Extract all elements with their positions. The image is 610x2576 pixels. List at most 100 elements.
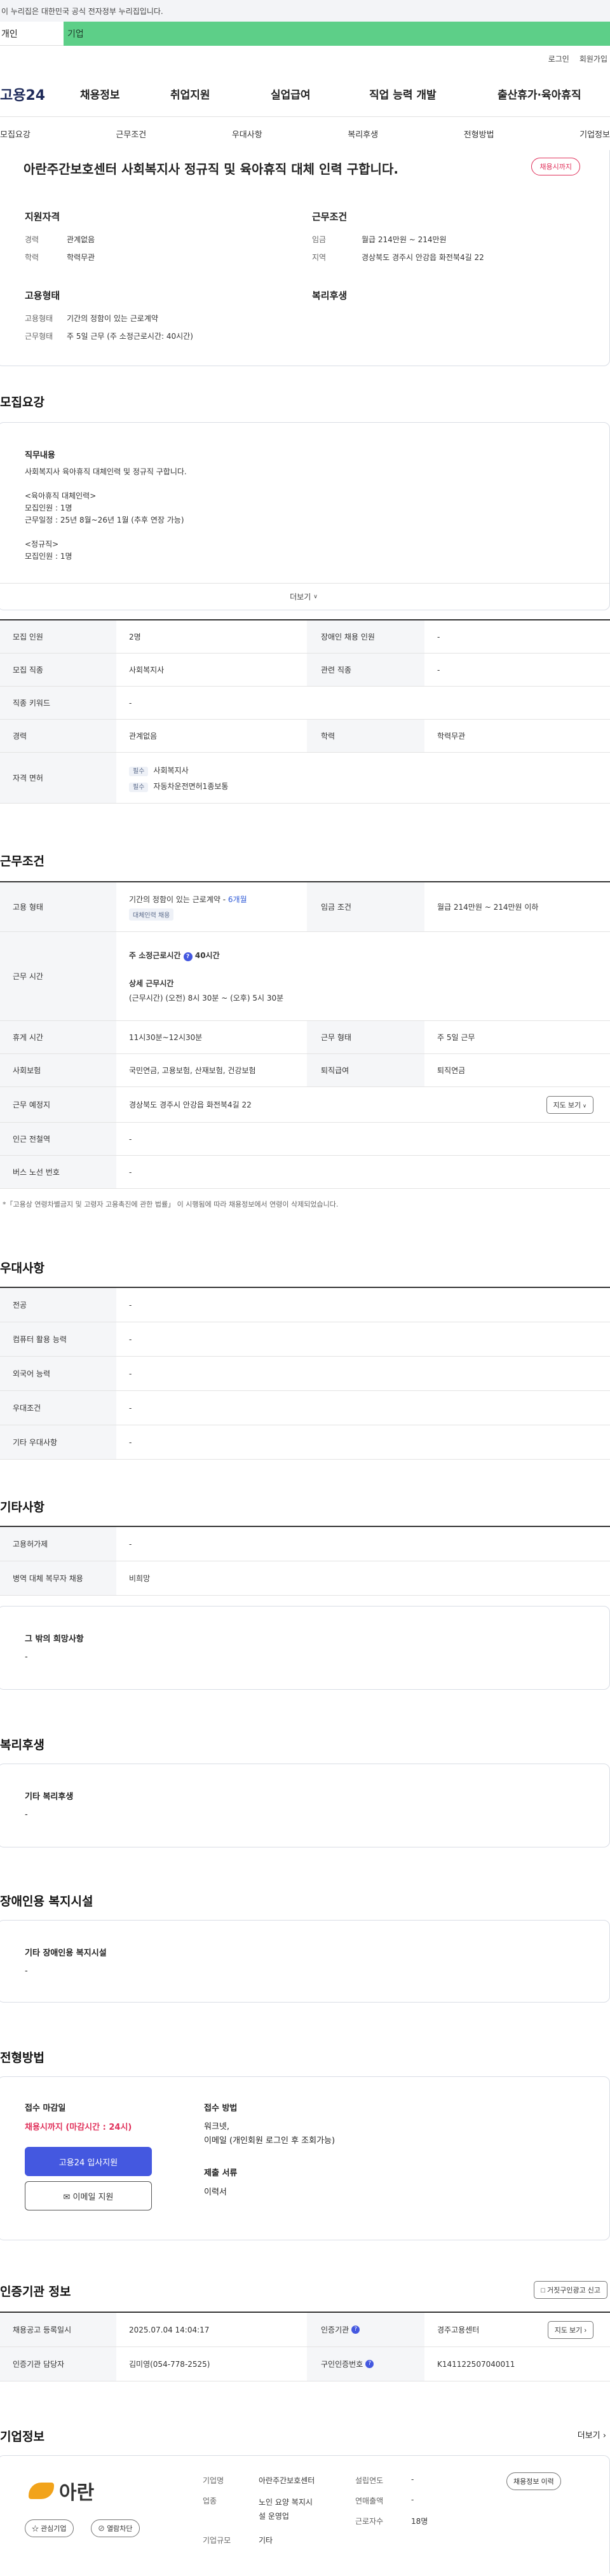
table-row: 외국어 능력 -	[0, 1357, 610, 1391]
block-icon: ⊘	[98, 2525, 105, 2533]
gnb-item-support[interactable]: 취업지원	[170, 86, 271, 102]
subtab-company[interactable]: 기업정보	[580, 128, 610, 140]
company-more-link[interactable]: 더보기 ›	[578, 2429, 606, 2441]
table-row: 근무 시간 주 소정근로시간 ? 40시간 상세 근무시간 (근무시간) (오전…	[0, 932, 610, 1021]
disability-section-title: 장애인용 복지시설	[0, 1894, 93, 1908]
table-row: 직종 키워드 -	[0, 687, 610, 720]
preference-table: 전공 - 컴퓨터 활용 능력 - 외국어 능력 - 우대조건 - 기타 우대사항 -	[0, 1287, 610, 1460]
utility-links: 로그인 회원가입	[0, 46, 610, 71]
subtab-recruit[interactable]: 모집요강	[0, 128, 30, 140]
map-button[interactable]: 지도 보기 ∨	[546, 1095, 593, 1114]
report-button[interactable]: □ 거짓구인광고 신고	[534, 2281, 607, 2299]
employment-type-heading: 고용형태	[25, 290, 60, 301]
table-row: 사회보험 국민연금, 고용보험, 산재보험, 건강보험 퇴직급여 퇴직연금	[0, 1054, 610, 1087]
disability-box: 기타 장애인용 복지시설 -	[0, 1920, 610, 2003]
recruit-section-title: 모집요강	[0, 395, 44, 409]
welfare-heading: 복리후생	[312, 290, 348, 301]
recruit-table: 모집 인원 2명 장애인 채용 인원 - 모집 직종 사회복지사 관련 직종 - 직종 …	[0, 619, 610, 804]
table-row: 모집 직종 사회복지사 관련 직종 -	[0, 654, 610, 687]
job-title: 아란주간보호센터 사회복지사 정규직 및 육아휴직 대체 인력 구합니다.	[24, 161, 398, 177]
block-company-button[interactable]: ⊘ 열람차단	[91, 2519, 140, 2537]
email-apply-button[interactable]: ✉ 이메일 지원	[25, 2181, 152, 2210]
conditions-table: 고용 형태 기간의 정함이 있는 근로계약 - 6개월 대체인력 채용 임금 조…	[0, 881, 610, 1189]
chevron-down-icon: ∨	[313, 593, 318, 600]
table-row: 전공 -	[0, 1288, 610, 1322]
subtab-conditions[interactable]: 근무조건	[116, 128, 146, 140]
gnb-item-training[interactable]: 직업 능력 개발	[369, 86, 498, 102]
table-row: 휴게 시간 11시30분~12시30분 근무 형태 주 5일 근무	[0, 1021, 610, 1054]
table-row: 경력 관계없음 학력 학력무관	[0, 720, 610, 753]
conditions-heading: 근무조건	[312, 211, 348, 223]
apply-box: 접수 마감일 채용시까지 (마감시간 : 24시) 고용24 입사지원 ✉ 이메…	[0, 2076, 610, 2240]
duty-box: 직무내용 사회복지사 육아휴직 대체인력 및 정규직 구합니다. <육아휴직 대…	[0, 422, 610, 610]
table-row: 근무 예정지 경상북도 경주시 안강읍 화전북4길 22 지도 보기 ∨	[0, 1087, 610, 1123]
cert-table: 채용공고 등록일시 2025.07.04 14:04:17 인증기관? 경주고용센…	[0, 2312, 610, 2381]
apply-button[interactable]: 고용24 입사지원	[25, 2147, 152, 2176]
table-row: 우대조건 -	[0, 1391, 610, 1425]
chevron-right-icon: ›	[584, 2326, 586, 2334]
cert-map-button[interactable]: 지도 보기 ›	[547, 2320, 593, 2339]
table-row: 고용 형태 기간의 정함이 있는 근로계약 - 6개월 대체인력 채용 임금 조…	[0, 882, 610, 932]
gnb-item-benefit[interactable]: 실업급여	[271, 86, 369, 102]
more-button[interactable]: 더보기 ∨	[0, 583, 609, 610]
welfare-section-title: 복리후생	[0, 1738, 44, 1752]
company-box: 아란 ☆ 관심기업 ⊘ 열람차단 기업명 아란주간보호센터 업종 노인 요양 복지시…	[0, 2455, 610, 2573]
preference-section-title: 우대사항	[0, 1261, 44, 1275]
gnb-item-leave[interactable]: 출산휴가·육아휴직	[498, 86, 599, 102]
hope-box: 그 밖의 희망사항 -	[0, 1606, 610, 1690]
gnb-item-jobs[interactable]: 채용정보	[80, 86, 175, 102]
job-summary-card: 아란주간보호센터 사회복지사 정규직 및 육아휴직 대체 인력 구합니다. 채용…	[0, 150, 610, 366]
job-history-button[interactable]: 채용정보 이력	[506, 2472, 561, 2490]
table-row: 인증기관 담당자 김미영(054-778-2525) 구인인증번호? K14112…	[0, 2347, 610, 2381]
info-icon[interactable]: ?	[365, 2360, 374, 2368]
table-row: 인근 전철역 -	[0, 1123, 610, 1156]
qual-experience: 경력 관계없음	[25, 235, 95, 244]
duty-title: 직무내용	[25, 451, 55, 460]
company-section-title: 기업정보	[0, 2430, 44, 2444]
chevron-right-icon: ›	[602, 2431, 606, 2441]
table-row: 버스 노선 번호 -	[0, 1156, 610, 1189]
mail-icon: ✉	[63, 2192, 71, 2202]
global-nav: 고용24 채용정보 취업지원 실업급여 직업 능력 개발 출산휴가·육아휴직	[0, 71, 610, 117]
work-type: 근무형태 주 5일 근무 (주 소정근로시간: 40시간)	[25, 332, 193, 341]
tab-corporate[interactable]: 기업	[64, 22, 610, 46]
cert-section-title: 인증기관 정보	[0, 2285, 71, 2299]
table-row: 병역 대체 복무자 채용 비희망	[0, 1561, 610, 1596]
tab-personal[interactable]: 개인	[0, 22, 64, 46]
table-row: 컴퓨터 활용 능력 -	[0, 1322, 610, 1357]
favorite-company-button[interactable]: ☆ 관심기업	[25, 2519, 74, 2537]
welfare-box: 기타 복리후생 -	[0, 1764, 610, 1847]
report-icon: □	[541, 2287, 545, 2294]
table-row: 모집 인원 2명 장애인 채용 인원 -	[0, 620, 610, 654]
apply-section-title: 전형방법	[0, 2051, 44, 2065]
conditions-section-title: 근무조건	[0, 854, 44, 868]
table-row: 고용허가제 -	[0, 1527, 610, 1561]
login-link[interactable]: 로그인	[548, 53, 569, 64]
deadline-badge: 채용시까지	[531, 158, 580, 175]
age-law-note: *「고용상 연령차별금지 및 고령자 고용촉진에 관한 법률」 이 시행됨에 따…	[3, 1200, 339, 1209]
table-row: 자격 면허 필수 사회복지사 필수 자동차운전면허1종보통	[0, 753, 610, 804]
cond-area: 지역 경상북도 경주시 안강읍 화전북4길 22	[312, 253, 484, 262]
duty-content: 사회복지사 육아휴직 대체인력 및 정규직 구합니다. <육아휴직 대체인력> …	[25, 467, 187, 561]
info-icon[interactable]: ?	[183, 952, 193, 961]
subtab-selection[interactable]: 전형방법	[464, 128, 494, 140]
table-row: 채용공고 등록일시 2025.07.04 14:04:17 인증기관? 경주고용센…	[0, 2313, 610, 2347]
license-list: 필수 사회복지사 필수 자동차운전면허1종보통	[116, 753, 241, 803]
qualification-heading: 지원자격	[25, 211, 60, 223]
emp-type: 고용형태 기간의 정함이 있는 근로계약	[25, 314, 158, 323]
subtab-welfare[interactable]: 복리후생	[348, 128, 378, 140]
etc-table: 고용허가제 - 병역 대체 복무자 채용 비희망	[0, 1526, 610, 1596]
info-icon[interactable]: ?	[351, 2326, 360, 2334]
user-type-tabs: 개인 기업	[0, 22, 610, 46]
logo-swirl-icon	[29, 2483, 54, 2499]
cond-wage: 임금 월급 214만원 ~ 214만원	[312, 235, 447, 244]
subtab-preference[interactable]: 우대사항	[232, 128, 262, 140]
table-row: 기타 우대사항 -	[0, 1425, 610, 1460]
chevron-down-icon: ∨	[583, 1102, 586, 1109]
company-logo: 아란	[29, 2475, 156, 2507]
join-link[interactable]: 회원가입	[580, 53, 607, 64]
detail-subtabs: 모집요강 근무조건 우대사항 복리후생 전형방법 기업정보	[0, 117, 610, 151]
deadline-value: 채용시까지 (마감시간 : 24시)	[25, 2123, 132, 2132]
star-icon: ☆	[32, 2525, 39, 2533]
etc-section-title: 기타사항	[0, 1500, 44, 1514]
